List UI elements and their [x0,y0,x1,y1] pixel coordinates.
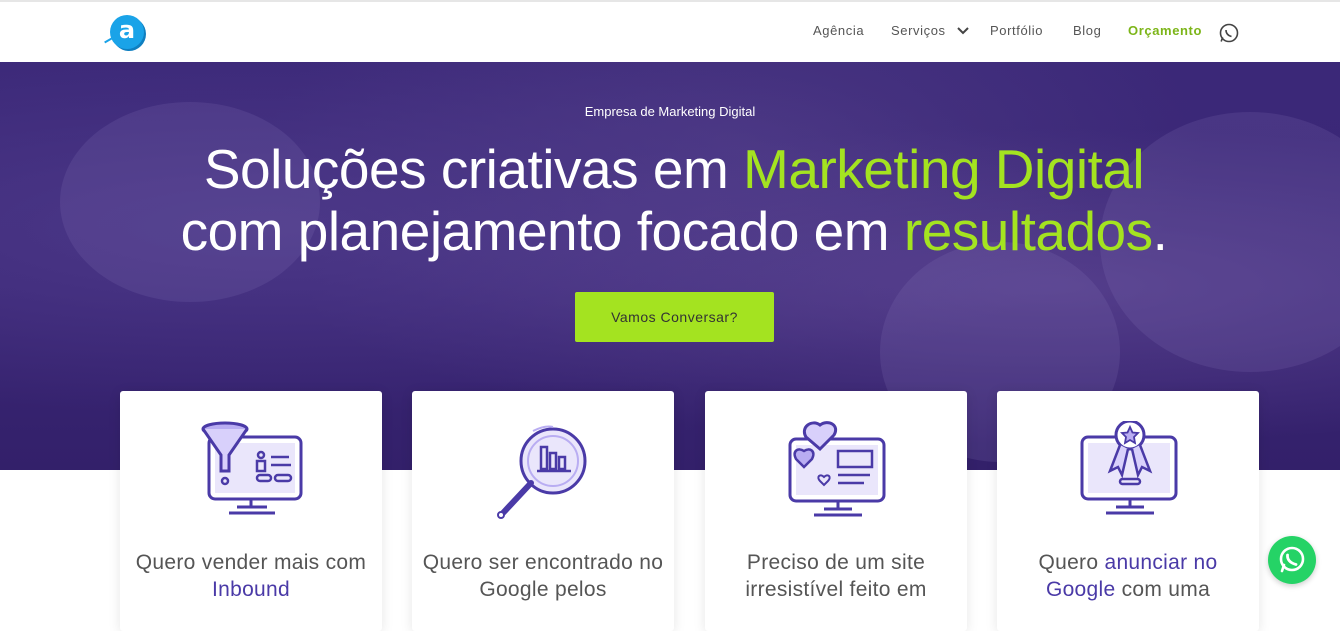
headline-text: . [1152,200,1168,262]
nav-item-servicos[interactable]: Serviços [891,23,946,43]
service-card-website[interactable]: Preciso de um site irresistível feito em [705,391,967,631]
nav-item-orcamento[interactable]: Orçamento [1128,23,1202,43]
headline-text: com planejamento focado em [180,200,904,262]
card-text-main: Quero vender mais com [135,551,367,574]
whatsapp-floating-button[interactable] [1268,536,1316,584]
headline-highlight: resultados [903,200,1153,262]
logo[interactable]: a [110,15,144,49]
vamos-conversar-button[interactable]: Vamos Conversar? [575,292,774,342]
card-text: Quero vender mais com Inbound [130,549,372,603]
hero-eyebrow: Empresa de Marketing Digital [584,104,756,119]
card-text-main: com uma [1115,578,1211,601]
award-monitor-icon [1080,421,1178,515]
hearts-monitor-icon [788,421,886,517]
magnifier-chart-icon [497,425,587,519]
card-text: Quero ser encontrado no Google pelos [422,551,664,601]
headline-highlight: Marketing Digital [743,138,1145,200]
service-card-google-ads[interactable]: Quero anunciar no Google com uma [997,391,1259,631]
logo-letter: a [118,16,136,44]
nav-item-blog[interactable]: Blog [1073,23,1101,43]
card-text-main: Quero [1038,551,1105,574]
card-text: Preciso de um site irresistível feito em [745,551,927,601]
card-text: Quero anunciar no Google com uma [1007,549,1249,603]
service-card-inbound[interactable]: Quero vender mais com Inbound [120,391,382,631]
chevron-down-icon[interactable] [956,24,970,38]
service-card-seo[interactable]: Quero ser encontrado no Google pelos [412,391,674,631]
hero-headline: Soluções criativas em Marketing Digital … [0,138,1340,262]
nav-item-agencia[interactable]: Agência [813,23,864,43]
whatsapp-icon[interactable] [1218,22,1240,44]
card-text-accent: Inbound [211,578,290,601]
funnel-monitor-icon [201,421,303,515]
headline-text: Soluções criativas em [203,138,744,200]
nav-item-portfolio[interactable]: Portfólio [990,23,1043,43]
whatsapp-icon [1279,546,1305,573]
navbar: a Agência Serviços Portfólio Blog Orçame… [0,2,1340,62]
